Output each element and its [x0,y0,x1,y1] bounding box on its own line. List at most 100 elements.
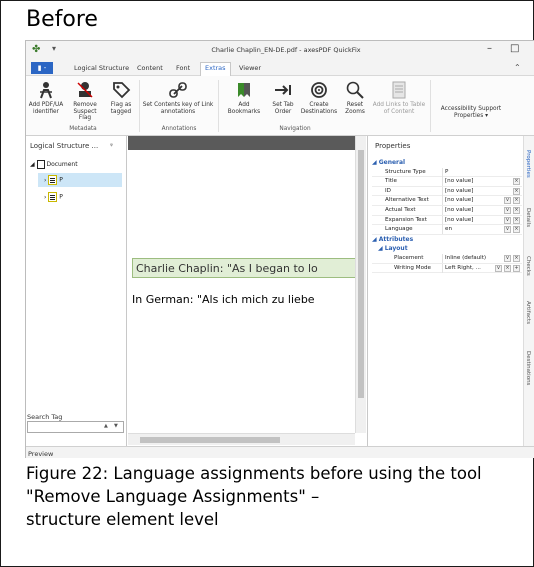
prop-row[interactable]: Actual Text [no value] v × [372,205,522,216]
prop-row[interactable]: Writing Mode Left Right, ... v × + [372,263,522,274]
group-annotations: Annotations [161,126,197,132]
side-tab-details[interactable]: Details [525,208,531,227]
section-label: Attributes [378,235,414,243]
clear-icon[interactable]: × [513,216,520,224]
set-contents-button[interactable]: Set Contents key of Link annotations [142,80,214,115]
prop-row[interactable]: Title [no value] × [372,177,522,187]
section-general[interactable]: ◢ General [372,158,522,168]
prop-row[interactable]: Structure Type P [372,167,522,178]
tag-icon [113,82,131,99]
spin-down-icon[interactable]: ▼ [114,423,118,429]
prop-value[interactable]: [no value] [442,177,522,187]
app-screenshot: ✤ ▾ Charlie Chaplin_EN-DE.pdf - axesPDF … [25,40,534,458]
ribbon-tab-bar: ▮ - Logical Structure Content Font Extra… [26,60,534,76]
tree-label: P [59,193,63,201]
target-icon [311,82,327,98]
flag-tagged-label: Flag as tagged [110,102,132,115]
tab-logical-structure[interactable]: Logical Structure [70,63,133,73]
tree-label: P [59,176,63,184]
prop-row[interactable]: Expansion Text [no value] v × [372,215,522,226]
collapse-ribbon-icon[interactable]: ⌃ [514,63,521,72]
panel-title: Logical Structure ... [30,142,99,150]
logical-structure-panel: Logical Structure ... ᵠ ◢ Document › P ›… [26,136,127,446]
paragraph-icon [48,175,58,185]
prop-key: Writing Mode [394,264,431,271]
prop-value[interactable]: P [442,167,522,177]
add-icon[interactable]: + [513,264,520,272]
section-label: Layout [384,245,408,253]
side-tab-checks[interactable]: Checks [525,256,531,276]
pin-icon[interactable]: ᵠ [110,142,113,150]
scroll-thumb[interactable] [140,437,280,443]
scroll-thumb[interactable] [358,150,364,398]
set-tab-order-button[interactable]: Set Tab Order [270,80,296,115]
page-gap [128,136,355,150]
quick-access-dropdown-icon[interactable]: ▾ [52,44,56,53]
side-tab-properties[interactable]: Properties [525,150,531,178]
preview-tab[interactable]: Preview [28,450,53,458]
side-tab-destinations[interactable]: Destinations [525,351,531,385]
search-tag-label: Search Tag [27,413,63,421]
tab-font[interactable]: Font [172,63,194,73]
dropdown-icon[interactable]: v [504,226,511,234]
section-layout[interactable]: ◢ Layout [372,244,522,254]
prop-row[interactable]: ID [no value] × [372,186,522,197]
highlighted-paragraph[interactable]: Charlie Chaplin: "As I began to lo [132,258,356,278]
add-pdfua-button[interactable]: Add PDF/UA identifier [28,80,64,115]
search-tag-input[interactable]: ▲ ▼ [27,421,124,433]
maximize-button[interactable]: □ [510,43,519,54]
flag-tagged-button[interactable]: Flag as tagged [106,80,136,115]
tree-item-document[interactable]: ◢ Document [30,160,78,169]
prop-row[interactable]: Placement Inline (default) v × [372,253,522,264]
clear-icon[interactable]: × [513,254,520,262]
vertical-scrollbar[interactable] [355,136,366,433]
prop-row-language[interactable]: Language en v × [372,225,522,235]
tree-item-p[interactable]: › P [38,173,122,187]
dropdown-icon[interactable]: v [504,206,511,214]
reset-zooms-button[interactable]: Reset Zooms [342,80,368,115]
horizontal-scrollbar[interactable] [128,433,355,445]
clear-icon[interactable]: × [513,187,520,195]
set-contents-label: Set Contents key of Link annotations [142,102,214,115]
tree-item-p[interactable]: › P [38,190,63,202]
remove-suspect-button[interactable]: Remove Suspect Flag [68,80,102,122]
ribbon-separator [430,80,431,132]
prop-row[interactable]: Alternative Text [no value] v × [372,196,522,206]
add-links-toc-button[interactable]: Add Links to Table of Content [372,80,426,115]
dropdown-icon[interactable]: v [504,216,511,224]
clear-icon[interactable]: × [513,197,520,205]
ribbon: Add PDF/UA identifier Remove Suspect Fla… [26,76,534,136]
clear-icon[interactable]: × [513,226,520,234]
tab-content[interactable]: Content [133,63,167,73]
tab-file[interactable]: ▮ - [31,62,53,74]
spin-up-icon[interactable]: ▲ [104,423,108,429]
set-tab-order-label: Set Tab Order [272,102,294,115]
create-destinations-button[interactable]: Create Destinations [299,80,339,115]
properties-grid: ◢ General Structure Type P Title [no value… [372,158,522,274]
side-tab-artifacts[interactable]: Artifacts [525,301,531,324]
dropdown-icon[interactable]: v [495,264,502,272]
suspect-icon [77,82,93,98]
add-pdfua-label: Add PDF/UA identifier [28,102,64,115]
collapse-arrow-icon[interactable]: › [38,177,46,184]
clear-icon[interactable]: × [513,206,520,214]
clear-icon[interactable]: × [513,178,520,186]
expand-arrow-icon[interactable]: ◢ [30,161,35,168]
prop-value[interactable]: [no value] [442,186,522,196]
accessibility-props-button[interactable]: Accessibility Support Properties ▾ [434,106,508,119]
prop-key: Title [385,178,397,185]
clear-icon[interactable]: × [504,264,511,272]
section-attributes[interactable]: ◢ Attributes [372,235,522,245]
tab-extras[interactable]: Extras [200,62,231,76]
dropdown-icon[interactable]: v [504,197,511,205]
paragraph[interactable]: In German: "Als ich mich zu liebe [132,293,356,306]
dropdown-icon[interactable]: v [504,254,511,262]
document-preview: Charlie Chaplin: "As I began to lo In Ge… [128,136,366,446]
remove-suspect-label: Remove Suspect Flag [73,102,97,122]
add-bookmarks-button[interactable]: Add Bookmarks [222,80,266,115]
prop-key: Structure Type [385,168,426,175]
tab-viewer[interactable]: Viewer [235,63,265,73]
collapse-arrow-icon[interactable]: › [38,194,46,201]
paragraph-icon [48,192,58,202]
minimize-button[interactable]: – [487,43,492,54]
